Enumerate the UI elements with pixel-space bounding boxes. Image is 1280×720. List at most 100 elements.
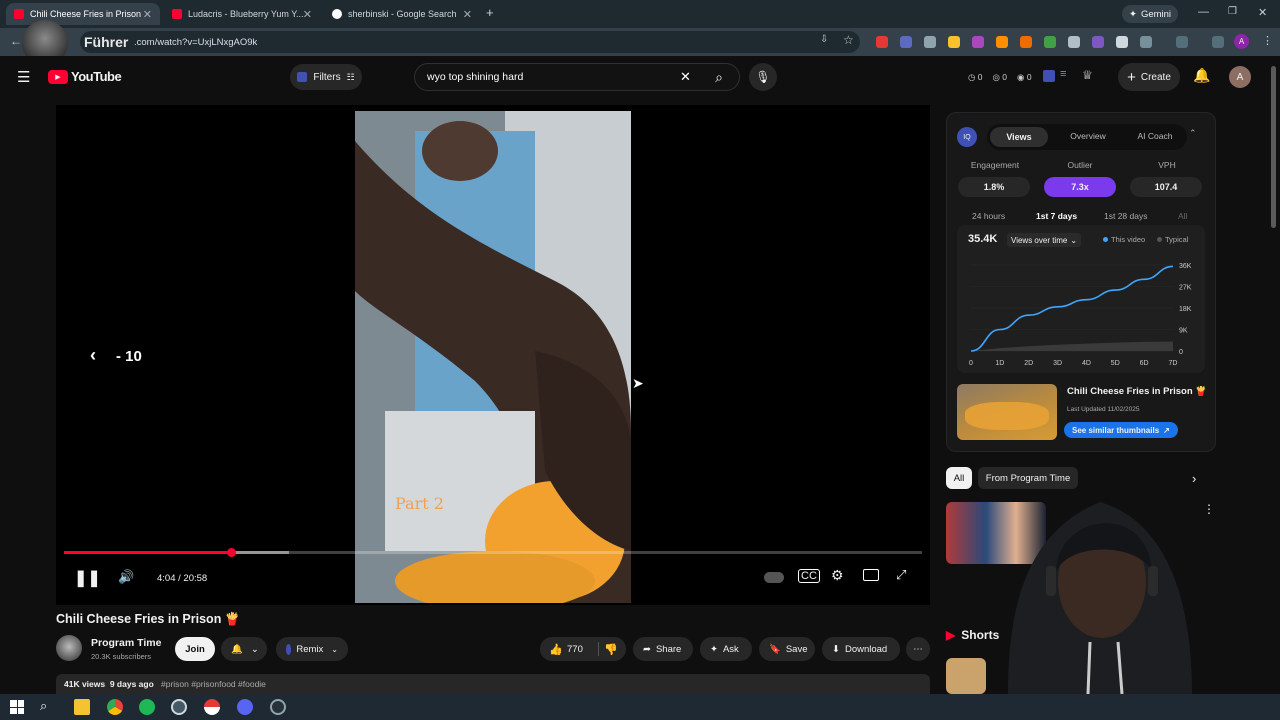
search-input[interactable]: wyo top shining hard ✕ bbox=[414, 63, 740, 91]
range-1st-28-days[interactable]: 1st 28 days bbox=[1104, 211, 1147, 221]
extensions-puzzle-icon[interactable] bbox=[1140, 36, 1152, 48]
series-typical-area bbox=[971, 341, 1173, 351]
url-text: .com/watch?v=UxjLNxgAO9k bbox=[134, 36, 258, 48]
range-all[interactable]: All bbox=[1178, 211, 1187, 221]
new-tab-button[interactable]: + bbox=[486, 5, 494, 20]
clear-search-icon[interactable]: ✕ bbox=[680, 69, 691, 85]
video-frame: Part 2 bbox=[355, 111, 631, 603]
bookmark-star-icon[interactable]: ☆ bbox=[843, 33, 854, 47]
youtube-favicon-icon bbox=[14, 9, 24, 19]
notifications-bell-icon[interactable]: 🔔 bbox=[1193, 67, 1210, 84]
channel-avatar[interactable] bbox=[56, 635, 82, 661]
media-controls-icon[interactable] bbox=[1212, 36, 1224, 48]
vidiq-icon[interactable] bbox=[1043, 70, 1055, 82]
gemini-button[interactable]: ✦ Gemini bbox=[1122, 5, 1178, 23]
extension-icon[interactable] bbox=[1116, 36, 1128, 48]
youtube-play-logo-icon: ▶ bbox=[48, 69, 68, 84]
extension-icon[interactable] bbox=[996, 36, 1008, 48]
pokeball-icon[interactable] bbox=[204, 699, 220, 715]
tab-overview[interactable]: Overview bbox=[1055, 131, 1121, 141]
discord-icon[interactable] bbox=[237, 699, 253, 715]
video-player[interactable]: Part 2 ‹ - 10 ➤ ❚❚ 🔊 4:04 / 20:58 CC ⚙ ⤢ bbox=[56, 105, 930, 605]
page-scrollbar[interactable] bbox=[1271, 66, 1276, 228]
extension-icon[interactable] bbox=[972, 36, 984, 48]
like-thumb-icon[interactable]: 👍 bbox=[549, 643, 563, 656]
fullscreen-icon[interactable]: ⤢ bbox=[896, 567, 906, 583]
search-icon[interactable]: ⌕ bbox=[704, 63, 734, 91]
app-icon[interactable] bbox=[270, 699, 286, 715]
collapse-chevron-icon[interactable]: ⌃ bbox=[1189, 128, 1197, 139]
close-tab-icon[interactable]: ✕ bbox=[143, 8, 152, 21]
download-button[interactable]: ⬇ Download bbox=[822, 637, 900, 661]
hamburger-menu-icon[interactable]: ☰ bbox=[17, 68, 30, 86]
extension-icon[interactable] bbox=[876, 36, 888, 48]
join-button[interactable]: Join bbox=[175, 637, 215, 661]
extension-icon[interactable] bbox=[1044, 36, 1056, 48]
close-tab-icon[interactable]: ✕ bbox=[303, 8, 312, 21]
metric-outlier: 7.3x bbox=[1044, 177, 1116, 197]
spotify-icon[interactable] bbox=[139, 699, 155, 715]
range-1st-7-days[interactable]: 1st 7 days bbox=[1036, 211, 1077, 221]
legend-dot bbox=[1103, 237, 1108, 242]
scrubber-handle[interactable] bbox=[227, 548, 237, 557]
close-window-button[interactable]: ✕ bbox=[1258, 6, 1267, 19]
description-box[interactable]: 41K views 9 days ago #prison #prisonfood… bbox=[56, 674, 930, 694]
remix-button[interactable]: Remix ⌄ bbox=[276, 637, 348, 661]
theater-mode-icon[interactable] bbox=[863, 569, 879, 581]
profile-avatar[interactable]: A bbox=[1234, 34, 1249, 49]
dislike-thumb-icon[interactable]: 👎 bbox=[604, 643, 618, 656]
stat-views: ◉ 0 bbox=[1017, 72, 1032, 82]
tab-ai-coach[interactable]: AI Coach bbox=[1123, 131, 1187, 141]
channel-name[interactable]: Program Time bbox=[91, 637, 161, 649]
mouse-cursor-icon: ➤ bbox=[632, 375, 644, 391]
volume-icon[interactable]: 🔊 bbox=[118, 569, 134, 585]
microphone-icon[interactable]: 🎙 bbox=[749, 63, 777, 91]
more-actions-button[interactable]: ⋯ bbox=[906, 637, 930, 661]
minimize-button[interactable]: — bbox=[1198, 6, 1209, 18]
maximize-button[interactable]: ❐ bbox=[1228, 6, 1237, 17]
sidebar-icon[interactable] bbox=[1176, 36, 1188, 48]
tab-views[interactable]: Views bbox=[990, 127, 1048, 147]
list-icon[interactable]: ≡ bbox=[1060, 68, 1066, 80]
search-icon[interactable]: ⌕ bbox=[40, 698, 47, 714]
chrome-icon[interactable] bbox=[107, 699, 123, 715]
range-24-hours[interactable]: 24 hours bbox=[972, 211, 1005, 221]
windows-start-icon[interactable] bbox=[10, 700, 24, 714]
create-button[interactable]: + Create bbox=[1118, 63, 1180, 91]
youtube-logo[interactable]: ▶ YouTube bbox=[48, 69, 122, 84]
extension-icon[interactable] bbox=[1068, 36, 1080, 48]
views-dropdown[interactable]: Views over time ⌄ bbox=[1007, 233, 1082, 247]
url-field[interactable]: .com/watch?v=UxjLNxgAO9k bbox=[80, 31, 860, 53]
captions-icon[interactable]: CC bbox=[798, 569, 820, 583]
account-avatar[interactable]: A bbox=[1229, 66, 1251, 88]
tab-ludacris[interactable]: Ludacris - Blueberry Yum Y... ✕ bbox=[164, 3, 320, 25]
autoplay-toggle[interactable] bbox=[764, 572, 784, 583]
settings-gear-icon[interactable]: ⚙ bbox=[831, 567, 844, 584]
ask-button[interactable]: ✦ Ask bbox=[700, 637, 752, 661]
see-similar-thumbnails-button[interactable]: See similar thumbnails ↗ bbox=[1064, 422, 1178, 438]
progress-track[interactable] bbox=[64, 548, 922, 557]
menu-dots-icon[interactable]: ⋮ bbox=[1262, 34, 1273, 47]
thumbnail-image[interactable] bbox=[957, 384, 1057, 440]
obs-icon[interactable] bbox=[171, 699, 187, 715]
back-arrow-icon[interactable]: ← bbox=[10, 34, 22, 48]
extension-icon[interactable] bbox=[948, 36, 960, 48]
close-tab-icon[interactable]: ✕ bbox=[463, 8, 472, 21]
trophy-icon[interactable]: ♕ bbox=[1082, 68, 1093, 82]
file-explorer-icon[interactable] bbox=[74, 699, 90, 715]
skip-back-arrow-icon[interactable]: ‹ bbox=[90, 345, 96, 366]
extension-icon[interactable] bbox=[1092, 36, 1104, 48]
save-button[interactable]: 🔖 Save bbox=[759, 637, 815, 661]
subscribe-bell-button[interactable]: 🔔 ⌄ bbox=[221, 637, 267, 661]
filters-button[interactable]: Filters ☷ bbox=[290, 64, 362, 90]
tab-google-search[interactable]: sherbinski - Google Search ✕ bbox=[324, 3, 480, 25]
dropdown-label: Views over time bbox=[1011, 235, 1068, 245]
extension-icon[interactable] bbox=[900, 36, 912, 48]
install-icon[interactable]: ⇩ bbox=[820, 34, 828, 45]
tab-chili-cheese-fries[interactable]: Chili Cheese Fries in Prison ✕ bbox=[6, 3, 160, 25]
webcam-feed bbox=[1008, 502, 1192, 694]
share-button[interactable]: ➦ Share bbox=[633, 637, 693, 661]
pause-icon[interactable]: ❚❚ bbox=[74, 568, 101, 588]
extension-icon[interactable] bbox=[1020, 36, 1032, 48]
extension-icon[interactable] bbox=[924, 36, 936, 48]
